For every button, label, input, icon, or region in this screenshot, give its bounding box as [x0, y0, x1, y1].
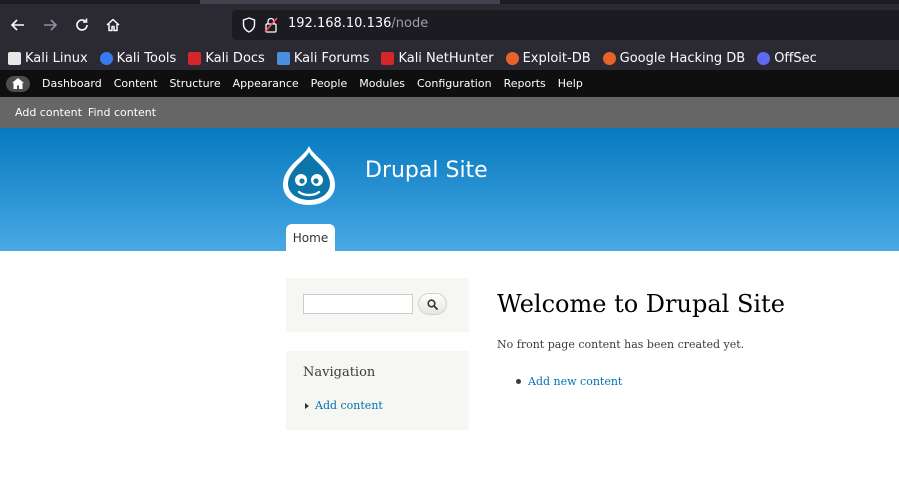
bookmark-label: Kali Linux: [25, 50, 88, 66]
kali-tools-icon: [99, 51, 113, 65]
url-bar[interactable]: 192.168.10.136/node: [232, 10, 899, 40]
admin-toolbar: Dashboard Content Structure Appearance P…: [0, 70, 899, 97]
kali-nethunter-icon: [381, 51, 395, 65]
empty-front-page-text: No front page content has been created y…: [497, 338, 745, 351]
admin-menu-configuration[interactable]: Configuration: [417, 77, 492, 90]
magnifier-icon: [427, 298, 438, 310]
bookmark-exploit-db[interactable]: Exploit-DB: [505, 50, 591, 66]
search-button[interactable]: [418, 293, 447, 315]
shortcut-add-content[interactable]: Add content: [15, 106, 82, 119]
shortcut-find-content[interactable]: Find content: [88, 106, 156, 119]
bookmarks-bar: Kali Linux Kali Tools Kali Docs Kali For…: [0, 46, 899, 70]
bookmark-offsec[interactable]: OffSec: [757, 51, 817, 66]
admin-menu-appearance[interactable]: Appearance: [233, 77, 299, 90]
bookmark-label: OffSec: [774, 50, 817, 66]
bookmark-kali-linux[interactable]: Kali Linux: [8, 51, 88, 66]
bullet-icon: [516, 379, 521, 384]
search-block: [286, 278, 469, 332]
bookmark-kali-forums[interactable]: Kali Forums: [276, 50, 370, 66]
admin-menu-reports[interactable]: Reports: [504, 77, 546, 90]
kali-docs-icon: [188, 51, 202, 65]
kali-dragon-icon: [8, 51, 21, 65]
bookmark-ghdb[interactable]: Google Hacking DB: [602, 50, 746, 66]
search-input[interactable]: [303, 294, 413, 314]
shortcut-bar: Add content Find content: [0, 97, 899, 128]
insecure-lock-icon[interactable]: [264, 17, 278, 33]
bookmark-kali-docs[interactable]: Kali Docs: [188, 51, 265, 66]
browser-navbar: 192.168.10.136/node: [0, 4, 899, 46]
site-name[interactable]: Drupal Site: [365, 158, 488, 183]
arrow-right-icon: [44, 19, 58, 31]
site-header: Drupal Site Home: [0, 128, 899, 251]
navigation-link-label[interactable]: Add content: [315, 399, 383, 412]
add-new-content-link[interactable]: Add new content: [528, 375, 622, 388]
admin-menu-content[interactable]: Content: [114, 77, 158, 90]
tab-home[interactable]: Home: [286, 224, 335, 251]
admin-home-button[interactable]: [6, 75, 30, 92]
house-icon: [106, 18, 120, 32]
navigation-item-add-content[interactable]: Add content: [305, 399, 383, 412]
back-button[interactable]: [5, 12, 31, 38]
triangle-right-icon: [305, 402, 309, 409]
bookmark-kali-tools[interactable]: Kali Tools: [99, 50, 177, 66]
bookmark-label: Kali Docs: [205, 50, 265, 66]
forward-button[interactable]: [37, 12, 63, 38]
admin-menu-modules[interactable]: Modules: [359, 77, 405, 90]
bookmark-label: Kali Tools: [116, 50, 177, 66]
admin-menu-dashboard[interactable]: Dashboard: [42, 77, 102, 90]
bookmark-kali-nethunter[interactable]: Kali NetHunter: [381, 50, 494, 66]
admin-menu-people[interactable]: People: [311, 77, 348, 90]
bookmark-label: Kali NetHunter: [398, 50, 494, 66]
shield-icon[interactable]: [242, 17, 256, 33]
list-item: Add new content: [516, 375, 622, 388]
bookmark-label: Kali Forums: [293, 50, 370, 66]
house-icon: [12, 78, 24, 89]
bookmark-label: Google Hacking DB: [619, 50, 746, 66]
kali-forums-icon: [276, 51, 290, 65]
home-button[interactable]: [100, 12, 126, 38]
navigation-block: Navigation Add content: [286, 351, 469, 430]
admin-menu-help[interactable]: Help: [558, 77, 583, 90]
bookmark-label: Exploit-DB: [522, 50, 591, 66]
navigation-title: Navigation: [303, 365, 376, 380]
url-path: /node: [391, 16, 429, 31]
page-title: Welcome to Drupal Site: [497, 290, 785, 318]
drupal-drop-logo[interactable]: [282, 144, 336, 206]
exploit-db-icon: [505, 51, 519, 65]
reload-button[interactable]: [69, 12, 95, 38]
offsec-icon: [757, 51, 771, 65]
reload-icon: [76, 18, 88, 31]
url-host: 192.168.10.136: [288, 16, 392, 31]
ghdb-icon: [602, 51, 616, 65]
url-text[interactable]: 192.168.10.136/node: [288, 16, 428, 31]
arrow-left-icon: [10, 19, 24, 31]
admin-menu-structure[interactable]: Structure: [169, 77, 220, 90]
